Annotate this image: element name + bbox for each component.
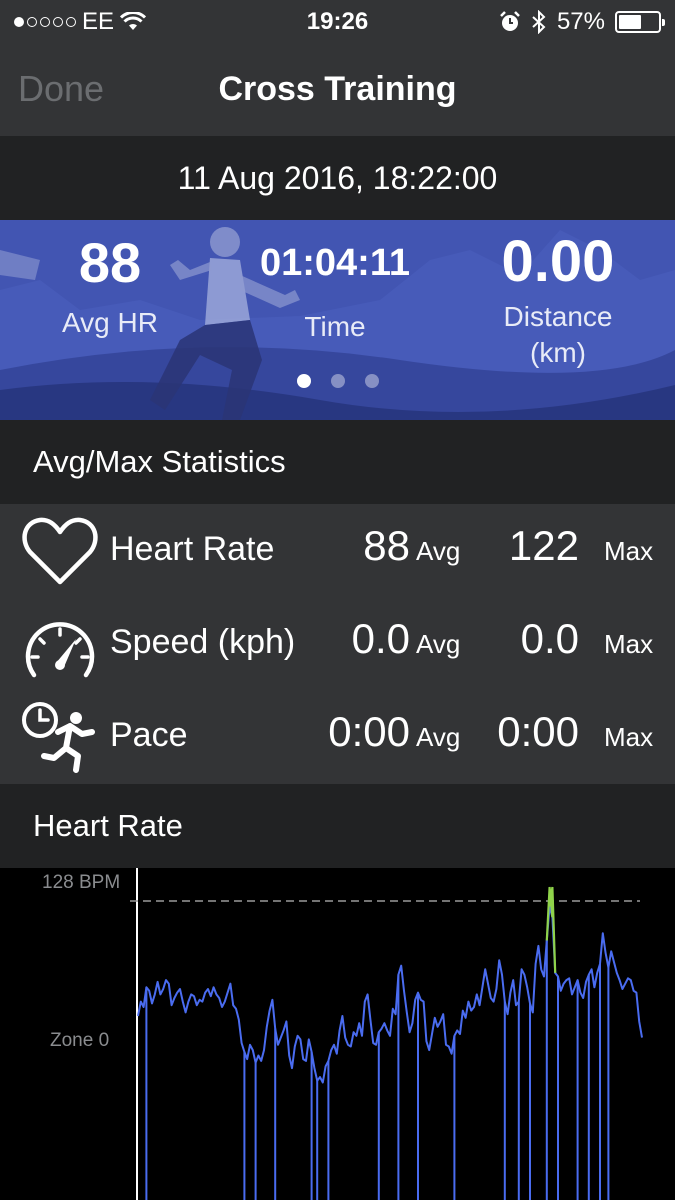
avg-hr-stat: 88 Avg HR: [40, 230, 180, 339]
stat-avg-label: Avg: [416, 722, 461, 752]
status-right-group: 57%: [499, 8, 665, 36]
max-zone-peak-line: [545, 886, 557, 973]
stat-max-label: Max: [604, 536, 654, 566]
alarm-icon: [500, 11, 520, 31]
stats-panel: Heart Rate 88 Avg 122 Max Speed (kph) 0.…: [0, 504, 675, 784]
nav-bar: Done Cross Training: [0, 44, 675, 136]
page-title: Cross Training: [218, 70, 457, 108]
stat-max-label: Max: [604, 722, 654, 752]
heart-rate-series-line: [137, 905, 643, 1084]
max-bpm-label: 128 BPM: [42, 872, 121, 893]
stat-avg-value: 0:00: [328, 708, 410, 755]
distance-label: Distance: [503, 301, 613, 332]
battery-icon: [615, 11, 665, 33]
page-dot-3[interactable]: [364, 374, 379, 388]
distance-stat: 0.00 Distance (km): [478, 228, 638, 369]
summary-carousel[interactable]: 88 Avg HR 01:04:11 Time 0.00 Distance (k…: [0, 220, 675, 420]
avg-hr-label: Avg HR: [62, 307, 158, 338]
stat-avg-label: Avg: [416, 536, 461, 566]
pace-runner-icon: [22, 702, 95, 773]
dropout-spikes: [145, 940, 610, 1200]
stat-max-value: 0.0: [520, 615, 579, 662]
time-label: Time: [304, 311, 366, 342]
page-dot-1[interactable]: [296, 374, 311, 388]
stat-max-label: Max: [604, 629, 654, 659]
page-indicator[interactable]: [0, 374, 675, 388]
time-value: 01:04:11: [259, 242, 410, 284]
stat-max-value: 0:00: [497, 708, 579, 755]
status-bar: EE 19:26 57%: [0, 0, 675, 44]
heart-rate-section-header: Heart Rate: [0, 784, 675, 868]
session-datetime: 11 Aug 2016, 18:22:00: [0, 136, 675, 220]
stat-name: Heart Rate: [110, 530, 275, 568]
bluetooth-icon: [532, 10, 546, 34]
speedometer-icon: [25, 622, 95, 678]
distance-unit: (km): [530, 337, 586, 368]
stat-avg-value: 0.0: [351, 615, 410, 662]
stat-row-heart-rate: Heart Rate 88 Avg 122 Max: [0, 504, 675, 597]
stats-section-header: Avg/Max Statistics: [0, 420, 675, 504]
stat-name: Speed (kph): [110, 623, 296, 661]
battery-percent: 57%: [556, 8, 605, 35]
stat-row-speed: Speed (kph) 0.0 Avg 0.0 Max: [0, 597, 675, 690]
stat-name: Pace: [110, 716, 188, 754]
heart-rate-chart[interactable]: 128 BPM Zone 0: [0, 868, 675, 1200]
heart-icon: [22, 517, 98, 585]
stat-max-value: 122: [508, 522, 579, 569]
battery-fill: [619, 15, 641, 29]
time-stat: 01:04:11 Time: [240, 242, 430, 343]
stat-avg-label: Avg: [416, 629, 461, 659]
stat-avg-value: 88: [363, 522, 410, 569]
avg-hr-value: 88: [78, 231, 142, 294]
page-dot-2[interactable]: [330, 374, 345, 388]
zone-label: Zone 0: [50, 1030, 110, 1051]
distance-value: 0.00: [501, 229, 615, 294]
stat-row-pace: Pace 0:00 Avg 0:00 Max: [0, 690, 675, 783]
